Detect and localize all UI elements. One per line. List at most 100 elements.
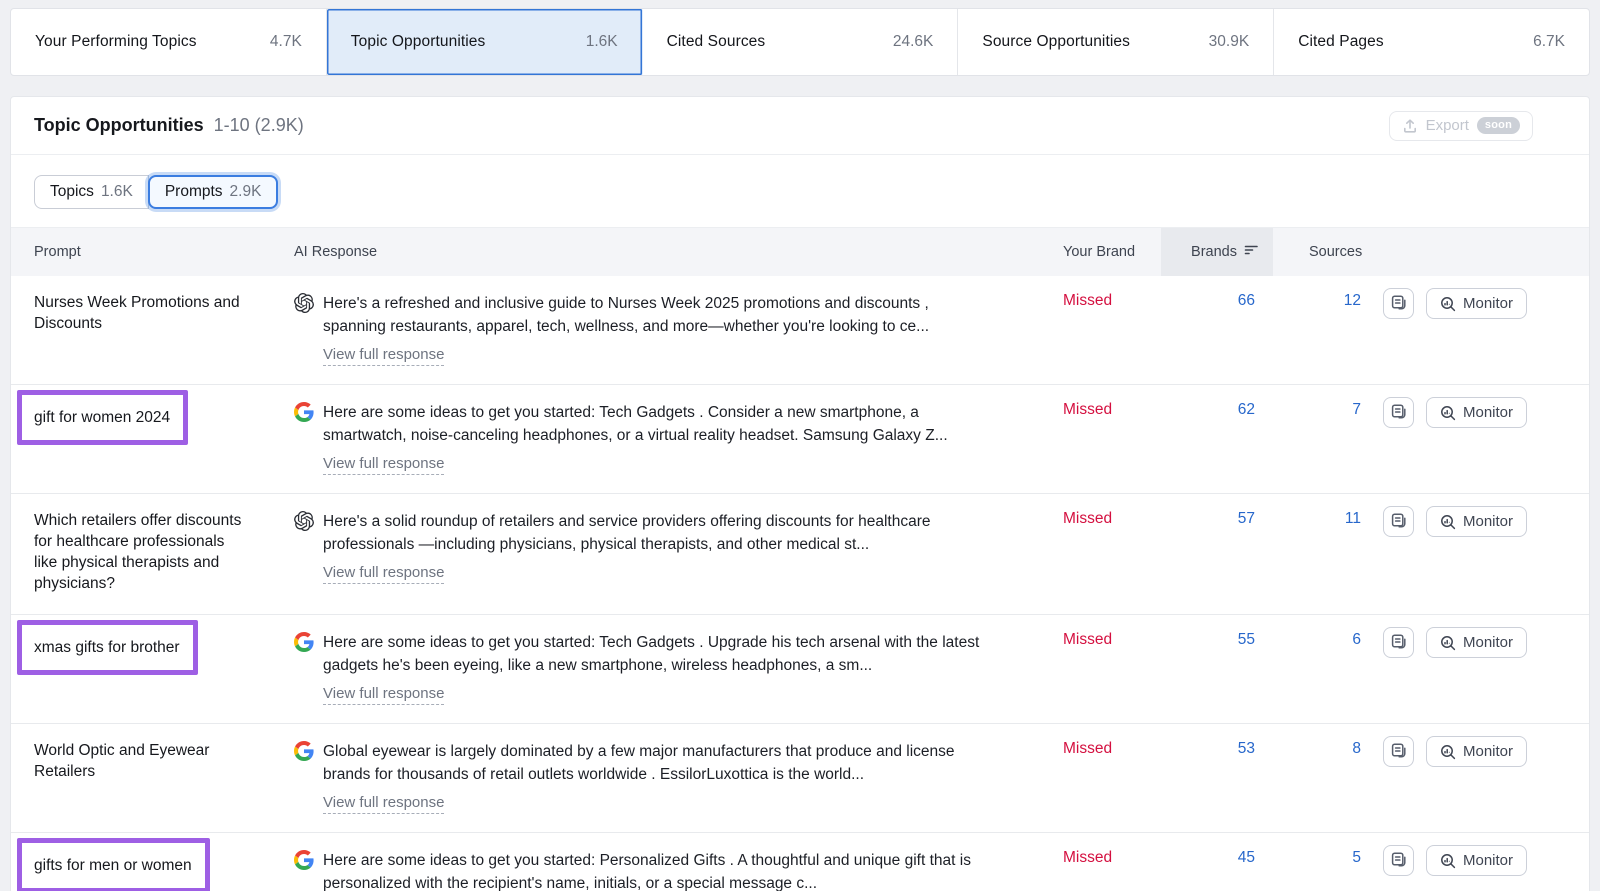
ai-response-cell: Here's a solid roundup of retailers and … [271,494,1051,614]
your-brand-status: Missed [1063,292,1113,309]
monitor-magnifier-icon [1440,405,1456,421]
ai-response-text: Here are some ideas to get you started: … [323,404,948,444]
topic-opportunities-card: Topic Opportunities 1-10 (2.9K) Export s… [10,96,1590,891]
column-header-ai-response: AI Response [294,244,378,260]
sources-count-link[interactable]: 6 [1352,631,1361,648]
prompt-cell: Nurses Week Promotions and Discounts [11,276,271,384]
view-full-response-link[interactable]: View full response [323,455,445,475]
copy-response-button[interactable] [1383,506,1414,537]
monitor-label: Monitor [1463,404,1514,421]
monitor-label: Monitor [1463,634,1514,651]
column-header-sources: Sources [1309,244,1363,260]
ai-response-text: Here's a solid roundup of retailers and … [323,513,931,553]
monitor-label: Monitor [1463,513,1514,530]
prompt-cell: World Optic and Eyewear Retailers [11,724,271,832]
ai-response-text: Global eyewear is largely dominated by a… [323,743,955,783]
google-icon [294,850,314,870]
sources-count-link[interactable]: 7 [1352,401,1361,418]
table-row: xmas gifts for brother Here are some ide… [11,615,1589,724]
tab-count: 1.6K [585,33,618,50]
tab-label: Cited Sources [666,33,766,50]
report-tab-cited-sources[interactable]: Cited Sources 24.6K [643,9,959,75]
copy-response-icon [1390,294,1407,314]
ai-response-cell: Here's a refreshed and inclusive guide t… [271,276,1051,384]
topics-prompts-toggle: Topics 1.6K Prompts 2.9K [11,155,1589,227]
report-tab-topic-opportunities[interactable]: Topic Opportunities 1.6K [326,9,643,75]
view-full-response-link[interactable]: View full response [323,794,445,814]
view-full-response-link[interactable]: View full response [323,346,445,366]
prompt-text-highlight-box: gifts for men or women [17,838,210,891]
page-title: Topic Opportunities [34,115,204,135]
prompt-text: World Optic and Eyewear Retailers [34,742,210,780]
monitor-button[interactable]: Monitor [1426,736,1528,767]
monitor-button[interactable]: Monitor [1426,506,1528,537]
tab-count: 30.9K [1208,33,1250,50]
copy-response-icon [1390,742,1407,762]
toggle-topics[interactable]: Topics 1.6K [34,175,149,209]
toggle-prompts[interactable]: Prompts 2.9K [147,175,279,209]
brands-header-label: Brands [1191,244,1237,260]
row-actions: Monitor [1383,724,1591,832]
copy-response-button[interactable] [1383,736,1414,767]
monitor-button[interactable]: Monitor [1426,397,1528,428]
monitor-label: Monitor [1463,743,1514,760]
table-header-row: Prompt AI Response Your Brand Brands Sou… [11,227,1589,276]
report-tab-source-opportunities[interactable]: Source Opportunities 30.9K [958,9,1275,75]
topic-opportunities-page: Your Performing Topics 4.7K Topic Opport… [0,0,1600,891]
tab-count: 24.6K [892,33,934,50]
monitor-magnifier-icon [1440,635,1456,651]
brands-count-link[interactable]: 62 [1238,401,1255,418]
google-icon [294,402,314,422]
table-row: gift for women 2024 Here are some ideas … [11,385,1589,494]
ai-response-text: Here are some ideas to get you started: … [323,852,971,891]
monitor-button[interactable]: Monitor [1426,627,1528,658]
brands-count-link[interactable]: 55 [1238,631,1255,648]
toggle-count: 2.9K [229,183,262,200]
sort-descending-icon [1244,244,1259,260]
column-header-prompt: Prompt [34,244,81,260]
column-header-your-brand: Your Brand [1063,244,1136,260]
monitor-label: Monitor [1463,295,1514,312]
prompt-text: Nurses Week Promotions and Discounts [34,294,240,332]
toggle-label: Topics [50,183,94,200]
monitor-magnifier-icon [1440,744,1456,760]
report-tabbar: Your Performing Topics 4.7K Topic Opport… [10,8,1590,76]
row-actions: Monitor [1383,615,1591,723]
copy-response-button[interactable] [1383,627,1414,658]
copy-response-button[interactable] [1383,845,1414,876]
brands-count-link[interactable]: 57 [1238,510,1255,527]
column-header-brands-sorted[interactable]: Brands [1161,228,1273,276]
prompts-table-body: Nurses Week Promotions and Discounts Her… [11,276,1589,891]
brands-count-link[interactable]: 53 [1238,740,1255,757]
export-button[interactable]: Export soon [1388,110,1533,141]
report-tab-cited-pages[interactable]: Cited Pages 6.7K [1274,9,1589,75]
sources-count-link[interactable]: 8 [1352,740,1361,757]
row-actions: Monitor [1383,494,1591,614]
copy-response-button[interactable] [1383,397,1414,428]
upload-icon [1402,118,1418,134]
row-actions: Monitor [1383,385,1591,493]
copy-response-button[interactable] [1383,288,1414,319]
your-brand-status: Missed [1063,631,1113,648]
ai-response-text: Here's a refreshed and inclusive guide t… [323,295,930,335]
view-full-response-link[interactable]: View full response [323,685,445,705]
sources-count-link[interactable]: 5 [1352,849,1361,866]
view-full-response-link[interactable]: View full response [323,564,445,584]
monitor-button[interactable]: Monitor [1426,288,1528,319]
soon-badge: soon [1476,117,1520,134]
report-tab-your-performing-topics[interactable]: Your Performing Topics 4.7K [11,9,327,75]
brands-count-link[interactable]: 66 [1238,292,1255,309]
row-actions: Monitor [1383,833,1591,891]
brands-count-link[interactable]: 45 [1238,849,1255,866]
ai-response-cell: Here are some ideas to get you started: … [271,385,1051,493]
ai-response-cell: Here are some ideas to get you started: … [271,615,1051,723]
tab-count: 4.7K [269,33,302,50]
openai-icon [294,511,314,531]
monitor-magnifier-icon [1440,853,1456,869]
ai-response-text: Here are some ideas to get you started: … [323,634,980,674]
monitor-button[interactable]: Monitor [1426,845,1528,876]
tab-label: Topic Opportunities [350,33,486,50]
sources-count-link[interactable]: 12 [1344,292,1361,309]
sources-count-link[interactable]: 11 [1345,510,1361,527]
monitor-magnifier-icon [1440,296,1456,312]
